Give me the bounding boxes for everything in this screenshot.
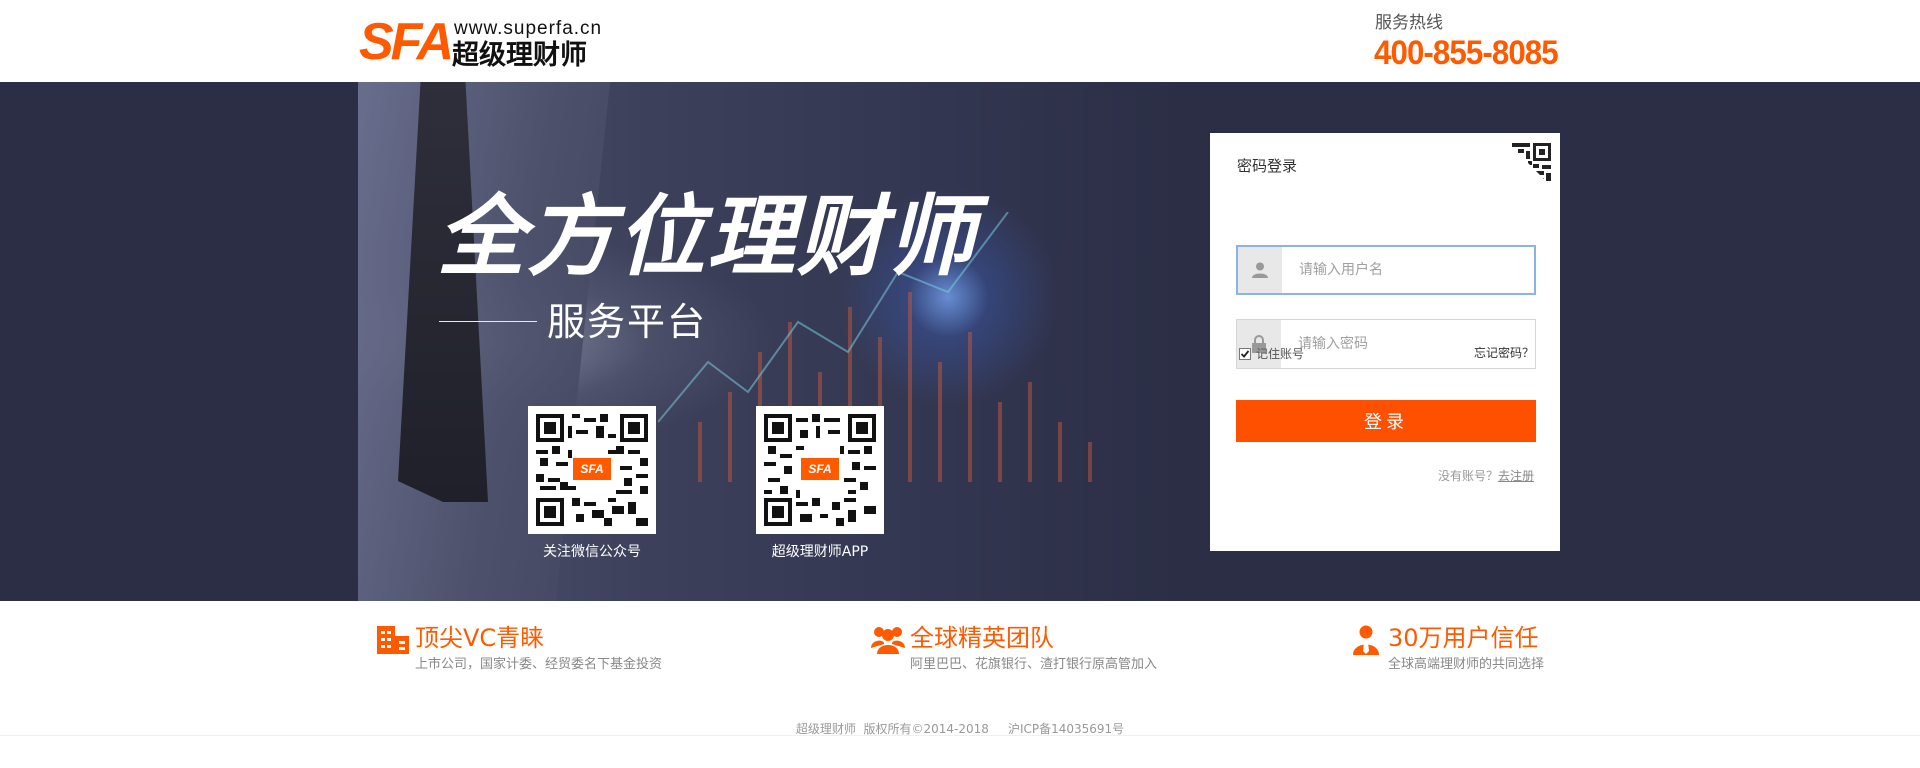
register-prompt-text: 没有账号？ — [1437, 469, 1498, 483]
user-tie-icon — [1353, 625, 1379, 655]
qr-corner-icon — [1498, 133, 1560, 195]
register-prompt: 没有账号？去注册 — [1438, 467, 1534, 484]
app-qr-block: SFA 超级理财师APP — [756, 406, 884, 561]
footer-divider — [0, 735, 1920, 736]
feature-users: 30万用户信任 全球高端理财师的共同选择 — [1348, 622, 1568, 674]
remember-account-label: 记住账号 — [1256, 347, 1305, 361]
logo-mark: SFA — [359, 13, 454, 71]
feature-title: 全球精英团队 — [910, 624, 1054, 652]
register-link[interactable]: 去注册 — [1498, 469, 1534, 483]
feature-description: 全球高端理财师的共同选择 — [1388, 657, 1545, 672]
app-qr-code: SFA — [756, 406, 884, 534]
password-login-tab[interactable]: 密码登录 — [1237, 156, 1297, 176]
building-icon — [377, 626, 409, 654]
qr-logo-badge: SFA — [801, 458, 839, 480]
copyright-footer: 超级理财师 版权所有©2014-2018 沪ICP备14035691号 — [795, 722, 1125, 736]
qr-logo-badge: SFA — [573, 458, 611, 480]
login-button[interactable]: 登录 — [1236, 400, 1536, 442]
team-icon — [871, 627, 905, 654]
hotline-number: 400-855-8085 — [1374, 34, 1559, 72]
qr-login-toggle[interactable] — [1498, 133, 1560, 195]
feature-team: 全球精英团队 阿里巴巴、花旗银行、渣打银行原高管加入 — [870, 622, 1200, 674]
wechat-qr-code: SFA — [528, 406, 656, 534]
logo-name: 超级理财师 — [452, 40, 587, 71]
banner-title: 全方位理财师 — [437, 185, 978, 288]
remember-account-checkbox[interactable]: 记住账号 — [1239, 345, 1304, 362]
hero-banner: 全方位理财师 服务平台 SFA 关注微信公众号 SFA 超级理财师APP 密码登… — [0, 82, 1920, 601]
login-panel: 密码登录 请输入用户名 记住账号 忘记密码？ 登录 没有账号？去注册 — [1210, 133, 1560, 551]
feature-description: 阿里巴巴、花旗银行、渣打银行原高管加入 — [910, 657, 1158, 672]
checkbox-checked-icon[interactable] — [1239, 347, 1251, 360]
feature-title: 顶尖VC青睐 — [415, 624, 545, 652]
hotline-label: 服务热线 — [1375, 13, 1443, 33]
feature-vc: 顶尖VC青睐 上市公司，国家计委、经贸委名下基金投资 — [375, 622, 695, 674]
user-icon — [1238, 247, 1282, 293]
username-field[interactable] — [1236, 245, 1536, 295]
subtitle-divider — [439, 321, 537, 322]
site-header: SFA www.superfa.cn 超级理财师 服务热线 400-855-80… — [0, 0, 1920, 82]
banner-subtitle: 服务平台 — [547, 300, 708, 344]
username-input[interactable] — [1282, 247, 1536, 293]
site-logo[interactable]: SFA www.superfa.cn 超级理财师 — [359, 13, 619, 71]
feature-title: 30万用户信任 — [1388, 624, 1539, 652]
app-qr-caption: 超级理财师APP — [771, 544, 869, 560]
feature-description: 上市公司，国家计委、经贸委名下基金投资 — [415, 657, 663, 672]
wechat-qr-block: SFA 关注微信公众号 — [528, 406, 656, 561]
forgot-password-link[interactable]: 忘记密码？ — [1474, 345, 1534, 361]
logo-url: www.superfa.cn — [454, 18, 603, 39]
wechat-qr-caption: 关注微信公众号 — [543, 544, 641, 560]
